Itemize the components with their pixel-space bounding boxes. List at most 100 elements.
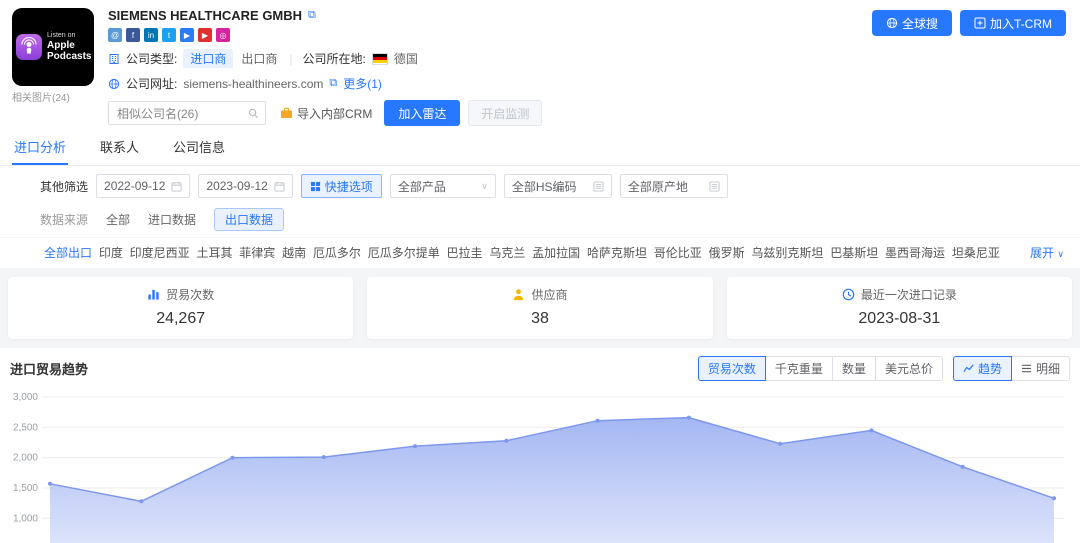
- country-tab-9[interactable]: 乌克兰: [489, 244, 525, 261]
- svg-text:3,000: 3,000: [13, 392, 38, 403]
- country-tab-15[interactable]: 巴基斯坦: [830, 244, 878, 261]
- metric-toggle-1[interactable]: 千克重量: [765, 356, 833, 381]
- filter-bar: 其他筛选 2022-09-12 2023-09-12 快捷选项 全部产品 ∨ 全…: [0, 166, 1080, 204]
- trend-header: 进口贸易趋势 贸易次数千克重量数量美元总价 趋势明细: [0, 348, 1080, 385]
- svg-text:1,500: 1,500: [13, 483, 38, 494]
- global-search-button[interactable]: 全球搜: [872, 10, 952, 36]
- website-icon[interactable]: @: [108, 28, 122, 42]
- country-tab-13[interactable]: 俄罗斯: [709, 244, 745, 261]
- hs-code-select[interactable]: 全部HS编码: [504, 174, 612, 198]
- similar-company-input[interactable]: [115, 105, 239, 121]
- similar-company-box[interactable]: [108, 101, 266, 125]
- view-toggle-detail[interactable]: 明细: [1011, 356, 1070, 381]
- company-type-row: 公司类型: 进口商 出口商 | 公司所在地: 德国: [108, 49, 1068, 68]
- country-tab-4[interactable]: 菲律宾: [239, 244, 275, 261]
- country-tab-0[interactable]: 全部出口: [44, 244, 92, 261]
- country-tab-14[interactable]: 乌兹别克斯坦: [751, 244, 823, 261]
- country-tab-3[interactable]: 土耳其: [196, 244, 232, 261]
- video-icon[interactable]: ▶: [180, 28, 194, 42]
- company-name: SIEMENS HEALTHCARE GMBH: [108, 8, 302, 23]
- search-icon[interactable]: [248, 108, 259, 119]
- exporter-tag[interactable]: 出口商: [239, 49, 279, 68]
- clock-icon: [842, 288, 855, 301]
- country-tab-5[interactable]: 越南: [282, 244, 306, 261]
- svg-text:2,500: 2,500: [13, 422, 38, 433]
- tab-contacts[interactable]: 联系人: [98, 130, 141, 165]
- view-toggle-trend[interactable]: 趋势: [953, 356, 1012, 381]
- copy-website-icon[interactable]: ⧉: [329, 77, 337, 90]
- briefcase-icon: [280, 107, 293, 119]
- metric-toggle-group: 贸易次数千克重量数量美元总价: [698, 356, 943, 381]
- svg-text:2,000: 2,000: [13, 453, 38, 464]
- trend-area-chart: 05001,0001,5002,0002,5003,000 2022-09202…: [8, 387, 1072, 543]
- country-tab-1[interactable]: 印度: [99, 244, 123, 261]
- tab-company-info[interactable]: 公司信息: [171, 130, 227, 165]
- start-monitor-button[interactable]: 开启监测: [468, 100, 542, 126]
- import-internal-crm-button[interactable]: 导入内部CRM: [280, 105, 372, 122]
- country-tab-12[interactable]: 哥伦比亚: [654, 244, 702, 261]
- metric-toggle-0[interactable]: 贸易次数: [698, 356, 766, 381]
- metric-toggle-2[interactable]: 数量: [832, 356, 876, 381]
- country-tab-2[interactable]: 印度尼西亚: [130, 244, 190, 261]
- country-tab-6[interactable]: 厄瓜多尔: [313, 244, 361, 261]
- stat-value: 24,267: [8, 310, 353, 328]
- list-box-icon: [709, 181, 720, 192]
- apple-podcasts-icon: [16, 34, 42, 60]
- stat-card-suppliers: 供应商 38: [367, 277, 712, 339]
- logo-wrap: Listen on Apple Podcasts 相关图片(24): [12, 8, 96, 126]
- copy-company-name-icon[interactable]: ⧉: [308, 9, 316, 22]
- expand-toggle[interactable]: 展开 ∨: [1030, 244, 1064, 261]
- list-icon: [1021, 363, 1032, 374]
- main-tabs: 进口分析 联系人 公司信息: [0, 130, 1080, 166]
- metric-toggle-3[interactable]: 美元总价: [875, 356, 943, 381]
- company-header: Listen on Apple Podcasts 相关图片(24) SIEMEN…: [0, 0, 1080, 130]
- header-actions-row: 导入内部CRM 加入雷达 开启监测: [108, 100, 1068, 126]
- youtube-icon[interactable]: ▶: [198, 28, 212, 42]
- tab-import-analysis[interactable]: 进口分析: [12, 130, 68, 165]
- stat-value: 38: [367, 310, 712, 328]
- importer-tag[interactable]: 进口商: [183, 49, 233, 68]
- calendar-icon: [274, 181, 285, 192]
- facebook-icon[interactable]: f: [126, 28, 140, 42]
- add-tcrm-button[interactable]: 加入T-CRM: [960, 10, 1066, 36]
- chevron-down-icon: ∨: [481, 181, 488, 192]
- logo-text: Listen on Apple Podcasts: [47, 32, 91, 62]
- data-source-row: 数据来源 全部进口数据出口数据: [0, 204, 1080, 237]
- country-tab-8[interactable]: 巴拉圭: [447, 244, 483, 261]
- related-photos-link[interactable]: 相关图片(24): [12, 89, 96, 104]
- trend-toggles: 贸易次数千克重量数量美元总价 趋势明细: [698, 356, 1070, 381]
- datasource-option-0[interactable]: 全部: [106, 211, 130, 228]
- country-tab-11[interactable]: 哈萨克斯坦: [587, 244, 647, 261]
- origin-select[interactable]: 全部原产地: [620, 174, 728, 198]
- date-to-input[interactable]: 2023-09-12: [198, 174, 292, 198]
- list-box-icon: [593, 181, 604, 192]
- country-tab-16[interactable]: 墨西哥海运: [885, 244, 945, 261]
- product-select[interactable]: 全部产品 ∨: [390, 174, 496, 198]
- stat-card-trade-count: 贸易次数 24,267: [8, 277, 353, 339]
- country-tab-10[interactable]: 孟加拉国: [532, 244, 580, 261]
- country-tabs-row: 全部出口印度印度尼西亚土耳其菲律宾越南厄瓜多尔厄瓜多尔提单巴拉圭乌克兰孟加拉国哈…: [0, 237, 1080, 268]
- instagram-icon[interactable]: ◎: [216, 28, 230, 42]
- datasource-option-2[interactable]: 出口数据: [214, 208, 284, 231]
- add-square-icon: [974, 17, 986, 29]
- line-chart-icon: [963, 363, 974, 374]
- country-tab-17[interactable]: 坦桑尼亚: [952, 244, 1000, 261]
- stat-label: 贸易次数: [166, 286, 214, 303]
- company-type-label: 公司类型:: [126, 50, 177, 67]
- data-source-options: 全部 进口数据 出口数据: [106, 208, 284, 231]
- website-value[interactable]: siemens-healthineers.com: [183, 77, 323, 91]
- linkedin-icon[interactable]: in: [144, 28, 158, 42]
- supplier-icon: [512, 288, 525, 301]
- twitter-icon[interactable]: t: [162, 28, 176, 42]
- trend-title: 进口贸易趋势: [10, 359, 88, 378]
- stats-band: 贸易次数 24,267 供应商 38 最近一次进口记录 2023-08-31: [0, 268, 1080, 348]
- quick-options-button[interactable]: 快捷选项: [301, 174, 382, 198]
- svg-text:1,000: 1,000: [13, 513, 38, 524]
- country-tab-7[interactable]: 厄瓜多尔提单: [368, 244, 440, 261]
- trend-chart: 05001,0001,5002,0002,5003,000 2022-09202…: [0, 385, 1080, 543]
- date-from-input[interactable]: 2022-09-12: [96, 174, 190, 198]
- stat-card-latest-import: 最近一次进口记录 2023-08-31: [727, 277, 1072, 339]
- datasource-option-1[interactable]: 进口数据: [148, 211, 196, 228]
- more-link[interactable]: 更多(1): [343, 75, 382, 92]
- add-radar-button[interactable]: 加入雷达: [384, 100, 460, 126]
